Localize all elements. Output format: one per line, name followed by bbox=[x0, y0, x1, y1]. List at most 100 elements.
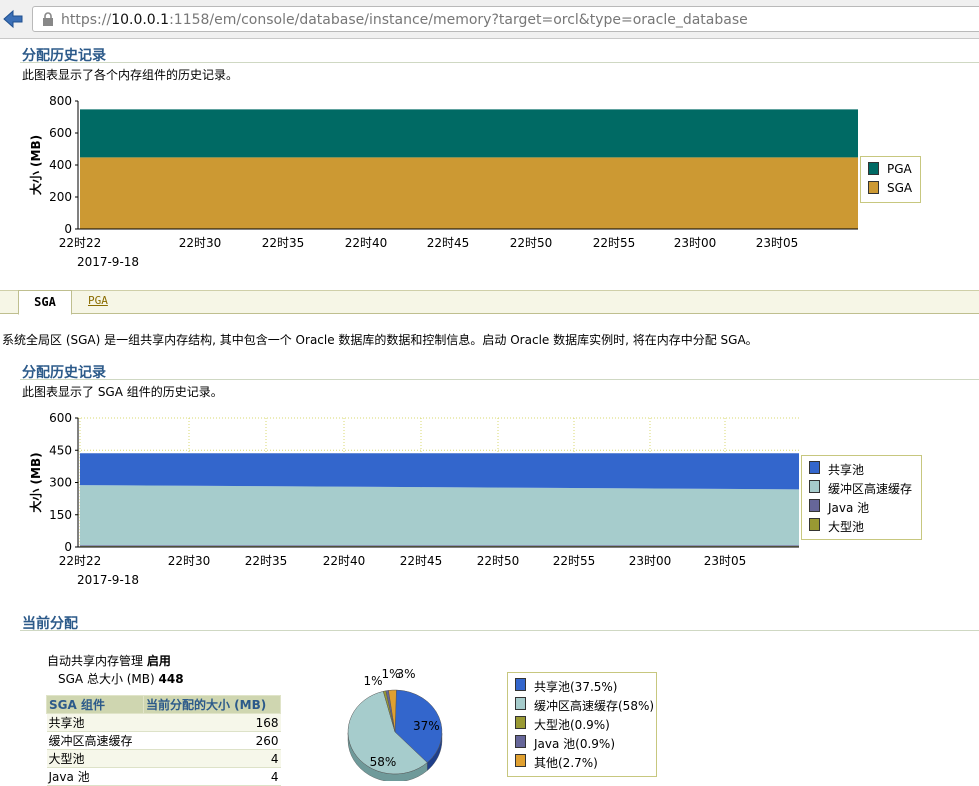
asmm-label: 自动共享内存管理 bbox=[47, 654, 144, 668]
section-description: 此图表显示了各个内存组件的历史记录。 bbox=[22, 68, 239, 82]
column-header-size[interactable]: 当前分配的大小 (MB) bbox=[143, 695, 281, 714]
y-tick-label: 600 bbox=[49, 411, 72, 425]
pie-slice-label: 58% bbox=[370, 755, 397, 769]
component-name-cell: Java 池 bbox=[46, 767, 144, 786]
area-series bbox=[80, 545, 799, 547]
pie-slice-label: 1% bbox=[363, 674, 382, 688]
x-tick-label: 22时40 bbox=[323, 554, 366, 568]
component-size-cell: 168 bbox=[143, 713, 281, 732]
table-row: 共享池 168 bbox=[46, 713, 281, 732]
area-series bbox=[80, 453, 799, 490]
x-tick-label: 22时40 bbox=[345, 236, 388, 250]
y-tick-label: 450 bbox=[49, 443, 72, 457]
x-date-label: 2017-9-18 bbox=[77, 573, 139, 587]
legend-label: 大型池 bbox=[828, 520, 865, 534]
x-tick-label: 22时35 bbox=[245, 554, 288, 568]
tab-pga[interactable]: PGA bbox=[88, 294, 108, 307]
component-size-cell: 260 bbox=[143, 731, 281, 750]
x-tick-label: 22时22 bbox=[59, 554, 102, 568]
legend-swatch bbox=[809, 480, 820, 493]
table-row: Java 池4 bbox=[46, 767, 281, 786]
legend-swatch bbox=[809, 499, 820, 512]
area-series bbox=[80, 109, 858, 158]
legend-label: Java 池(0.9%) bbox=[534, 737, 616, 751]
x-tick-label: 22时55 bbox=[553, 554, 596, 568]
legend-swatch bbox=[868, 162, 879, 175]
component-name-cell: 缓冲区高速缓存 bbox=[46, 731, 144, 750]
asmm-value: 启用 bbox=[146, 654, 171, 668]
y-axis-label: 大小 (MB) bbox=[28, 452, 43, 512]
sga-description: 系统全局区 (SGA) 是一组共享内存结构, 其中包含一个 Oracle 数据库… bbox=[2, 333, 758, 347]
sga-total-value: 448 bbox=[158, 672, 184, 686]
x-date-label: 2017-9-18 bbox=[77, 255, 139, 269]
tab-sga[interactable]: SGA bbox=[18, 290, 72, 315]
memory-history-chart: 0 200 400 600 800 22时22 22时30 22时35 22时40 22时45 22… bbox=[28, 94, 858, 269]
legend-swatch bbox=[868, 181, 879, 194]
x-tick-label: 22时30 bbox=[168, 554, 211, 568]
sga-total-label: SGA 总大小 (MB) bbox=[58, 672, 155, 686]
x-tick-label: 22时30 bbox=[179, 236, 222, 250]
component-size-cell: 4 bbox=[143, 749, 281, 768]
legend-swatch bbox=[515, 697, 526, 710]
legend-label: 其他(2.7%) bbox=[534, 756, 598, 770]
x-tick-label: 22时45 bbox=[400, 554, 443, 568]
y-axis-label: 大小 (MB) bbox=[28, 135, 43, 195]
column-header-component[interactable]: SGA 组件 bbox=[46, 695, 144, 714]
table-row: 缓冲区高速缓存 260 bbox=[46, 731, 281, 750]
pie-chart-legend: 共享池(37.5%) 缓冲区高速缓存(58%) 大型池(0.9%) Java 池(0.… bbox=[507, 672, 657, 777]
sga-allocation-pie-chart: 37%58%1%1%3% bbox=[347, 667, 443, 781]
y-tick-label: 800 bbox=[49, 94, 72, 108]
x-tick-label: 22时35 bbox=[262, 236, 305, 250]
legend-label: 缓冲区高速缓存 bbox=[828, 482, 913, 496]
section-divider bbox=[20, 630, 979, 631]
x-tick-label: 23时05 bbox=[704, 554, 747, 568]
back-arrow-icon[interactable] bbox=[2, 8, 24, 30]
sga-components-table: SGA 组件 当前分配的大小 (MB) 共享池 168 缓冲区高速缓存 260 大型池 4… bbox=[46, 695, 281, 786]
pie-slice-label: 37% bbox=[413, 719, 440, 733]
area-series bbox=[80, 157, 858, 229]
component-name-cell: 共享池 bbox=[46, 713, 144, 732]
lock-icon bbox=[43, 12, 53, 26]
legend-label: 大型池(0.9%) bbox=[534, 718, 610, 732]
asmm-status: 自动共享内存管理 启用 bbox=[47, 652, 171, 669]
y-tick-label: 200 bbox=[49, 190, 72, 204]
url-prefix: https:// bbox=[61, 12, 112, 28]
legend-swatch bbox=[515, 716, 526, 729]
section-divider bbox=[20, 379, 979, 380]
legend-swatch bbox=[515, 678, 526, 691]
table-row: 大型池 4 bbox=[46, 749, 281, 768]
x-tick-label: 22时45 bbox=[427, 236, 470, 250]
x-tick-label: 23时00 bbox=[674, 236, 717, 250]
x-tick-label: 22时50 bbox=[510, 236, 553, 250]
sga-chart-legend: 共享池缓冲区高速缓存 Java 池大型池 bbox=[801, 455, 922, 540]
pie-slice-label: 3% bbox=[396, 667, 415, 681]
legend-label: 共享池(37.5%) bbox=[534, 680, 618, 694]
y-tick-label: 400 bbox=[49, 158, 72, 172]
legend-swatch bbox=[809, 461, 820, 474]
memory-chart-legend: PGA SGA bbox=[860, 156, 921, 203]
y-tick-label: 300 bbox=[49, 476, 72, 490]
url-host: 10.0.0.1 bbox=[111, 12, 170, 28]
tab-bar: SGA PGA bbox=[0, 290, 979, 315]
legend-label: SGA bbox=[887, 181, 913, 195]
y-tick-label: 0 bbox=[64, 222, 72, 236]
legend-swatch bbox=[515, 754, 526, 767]
url-rest: :1158/em/console/database/instance/memor… bbox=[169, 12, 748, 28]
y-tick-label: 150 bbox=[49, 508, 72, 522]
legend-swatch bbox=[515, 735, 526, 748]
x-tick-label: 23时00 bbox=[629, 554, 672, 568]
legend-label: PGA bbox=[887, 162, 912, 176]
x-tick-label: 22时55 bbox=[593, 236, 636, 250]
section-description: 此图表显示了 SGA 组件的历史记录。 bbox=[22, 385, 223, 399]
x-tick-label: 23时05 bbox=[756, 236, 799, 250]
legend-label: 共享池 bbox=[828, 463, 865, 477]
legend-label: 缓冲区高速缓存(58%) bbox=[534, 699, 655, 713]
x-tick-label: 22时22 bbox=[59, 236, 102, 250]
url-input[interactable]: https://10.0.0.1:1158/em/console/databas… bbox=[32, 6, 979, 32]
url-text: https://10.0.0.1:1158/em/console/databas… bbox=[61, 12, 748, 28]
legend-label: Java 池 bbox=[828, 501, 870, 515]
y-tick-label: 0 bbox=[64, 540, 72, 554]
sga-total-size: SGA 总大小 (MB) 448 bbox=[58, 670, 184, 687]
y-tick-label: 600 bbox=[49, 126, 72, 140]
component-name-cell: 大型池 bbox=[46, 749, 144, 768]
